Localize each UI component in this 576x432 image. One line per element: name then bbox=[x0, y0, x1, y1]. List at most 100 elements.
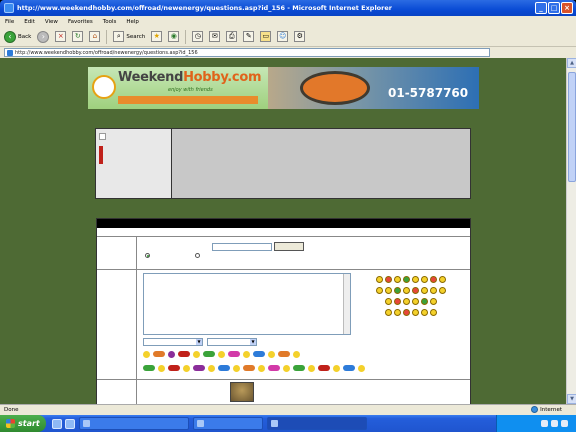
address-input[interactable]: http://www.weekendhobby.com/offroad/newe… bbox=[4, 48, 490, 57]
ad-banner[interactable]: 01-5787760 bbox=[268, 67, 479, 109]
smiley-icon[interactable] bbox=[430, 309, 437, 316]
home-icon[interactable]: ⌂ bbox=[89, 31, 101, 42]
smiley-icon[interactable] bbox=[403, 298, 410, 305]
browse-button[interactable] bbox=[274, 242, 304, 251]
font-size-select[interactable]: ▼ bbox=[143, 338, 203, 346]
history-icon[interactable]: ◷ bbox=[192, 31, 204, 42]
smiley-icon[interactable] bbox=[439, 276, 446, 283]
emoticon-icon[interactable] bbox=[193, 365, 205, 371]
taskbar-button-3[interactable] bbox=[267, 417, 367, 430]
scroll-down-icon[interactable]: ▼ bbox=[567, 394, 576, 404]
smiley-icon[interactable] bbox=[412, 298, 419, 305]
smiley-icon[interactable] bbox=[394, 276, 401, 283]
textarea-scrollbar[interactable] bbox=[343, 274, 350, 334]
tray-icon[interactable] bbox=[551, 420, 558, 427]
smiley-icon[interactable] bbox=[385, 309, 392, 316]
show-desktop-icon[interactable] bbox=[52, 418, 62, 429]
smiley-icon[interactable] bbox=[430, 287, 437, 294]
close-button[interactable]: × bbox=[561, 2, 573, 14]
mail-icon[interactable]: ✉ bbox=[209, 31, 221, 42]
menu-file[interactable]: File bbox=[5, 19, 14, 25]
smiley-icon[interactable] bbox=[385, 298, 392, 305]
emoticon-icon[interactable] bbox=[293, 365, 305, 371]
site-banner[interactable]: WeekendHobby.com enjoy with friends 01-5… bbox=[88, 67, 479, 109]
menu-favorites[interactable]: Favorites bbox=[68, 19, 93, 25]
smiley-icon[interactable] bbox=[421, 309, 428, 316]
smiley-icon[interactable] bbox=[394, 309, 401, 316]
emoticon-icon[interactable] bbox=[153, 351, 165, 357]
nav-item[interactable] bbox=[99, 161, 168, 164]
emoticon-icon[interactable] bbox=[178, 351, 190, 357]
emoticon-icon[interactable] bbox=[243, 350, 250, 358]
ie-quicklaunch-icon[interactable] bbox=[65, 418, 75, 429]
emoticon-icon[interactable] bbox=[343, 365, 355, 371]
favorites-star-icon[interactable]: ★ bbox=[151, 31, 163, 42]
taskbar-button-2[interactable] bbox=[193, 417, 263, 430]
emoticon-icon[interactable] bbox=[158, 364, 165, 372]
emoticon-icon[interactable] bbox=[143, 365, 155, 371]
emoticon-icon[interactable] bbox=[183, 364, 190, 372]
smiley-icon[interactable] bbox=[412, 276, 419, 283]
smiley-icon[interactable] bbox=[430, 276, 437, 283]
refresh-icon[interactable]: ↻ bbox=[72, 31, 84, 42]
tray-icon[interactable] bbox=[561, 420, 568, 427]
emoticon-icon[interactable] bbox=[143, 350, 150, 358]
smiley-icon[interactable] bbox=[421, 287, 428, 294]
emoticon-icon[interactable] bbox=[333, 364, 340, 372]
smiley-icon[interactable] bbox=[376, 287, 383, 294]
emoticon-icon[interactable] bbox=[358, 364, 365, 372]
taskbar-button-1[interactable] bbox=[79, 417, 189, 430]
smiley-icon[interactable] bbox=[385, 276, 392, 283]
smiley-icon[interactable] bbox=[412, 287, 419, 294]
emoticon-icon[interactable] bbox=[293, 350, 300, 358]
file-path-input[interactable] bbox=[212, 243, 272, 251]
start-button[interactable]: start bbox=[0, 415, 46, 432]
forward-button[interactable]: › bbox=[37, 30, 50, 43]
scroll-thumb[interactable] bbox=[568, 72, 576, 182]
page-scrollbar[interactable]: ▲ ▼ bbox=[566, 58, 576, 404]
smiley-icon[interactable] bbox=[403, 287, 410, 294]
minimize-button[interactable]: _ bbox=[535, 2, 547, 14]
emoticon-icon[interactable] bbox=[228, 351, 240, 357]
smiley-icon[interactable] bbox=[403, 276, 410, 283]
emoticon-icon[interactable] bbox=[253, 351, 265, 357]
search-button[interactable]: ⌕ Search bbox=[113, 31, 145, 42]
emoticon-icon[interactable] bbox=[218, 350, 225, 358]
radio-option-1[interactable] bbox=[145, 253, 150, 258]
scroll-up-icon[interactable]: ▲ bbox=[567, 58, 576, 68]
emoticon-icon[interactable] bbox=[168, 365, 180, 371]
emoticon-icon[interactable] bbox=[168, 350, 175, 358]
research-icon[interactable]: ⚙ bbox=[294, 31, 306, 42]
emoticon-icon[interactable] bbox=[268, 350, 275, 358]
maximize-button[interactable]: □ bbox=[548, 2, 560, 14]
message-textarea[interactable] bbox=[143, 273, 351, 335]
emoticon-icon[interactable] bbox=[218, 365, 230, 371]
print-icon[interactable]: ⎙ bbox=[226, 31, 238, 42]
emoticon-icon[interactable] bbox=[278, 351, 290, 357]
menu-help[interactable]: Help bbox=[126, 19, 139, 25]
emoticon-icon[interactable] bbox=[268, 365, 280, 371]
tray-icon[interactable] bbox=[541, 420, 548, 427]
edit-icon[interactable]: ✎ bbox=[243, 31, 255, 42]
menu-tools[interactable]: Tools bbox=[103, 19, 117, 25]
radio-option-2[interactable] bbox=[195, 253, 200, 258]
emoticon-icon[interactable] bbox=[308, 364, 315, 372]
smiley-icon[interactable] bbox=[394, 298, 401, 305]
emoticon-icon[interactable] bbox=[243, 365, 255, 371]
emoticon-icon[interactable] bbox=[203, 351, 215, 357]
back-button[interactable]: ‹ Back bbox=[4, 30, 31, 43]
site-logo[interactable]: WeekendHobby.com enjoy with friends bbox=[88, 67, 268, 109]
stop-icon[interactable]: × bbox=[55, 31, 67, 42]
smiley-icon[interactable] bbox=[394, 287, 401, 294]
folder-icon[interactable]: ▭ bbox=[260, 31, 272, 42]
emoticon-icon[interactable] bbox=[193, 350, 200, 358]
smiley-icon[interactable] bbox=[412, 309, 419, 316]
emoticon-icon[interactable] bbox=[208, 364, 215, 372]
messenger-icon[interactable]: ☺ bbox=[277, 31, 289, 42]
avatar-image[interactable] bbox=[230, 382, 254, 402]
smiley-icon[interactable] bbox=[376, 276, 383, 283]
smiley-icon[interactable] bbox=[439, 287, 446, 294]
smiley-icon[interactable] bbox=[421, 276, 428, 283]
menu-edit[interactable]: Edit bbox=[24, 19, 35, 25]
emoticon-icon[interactable] bbox=[258, 364, 265, 372]
